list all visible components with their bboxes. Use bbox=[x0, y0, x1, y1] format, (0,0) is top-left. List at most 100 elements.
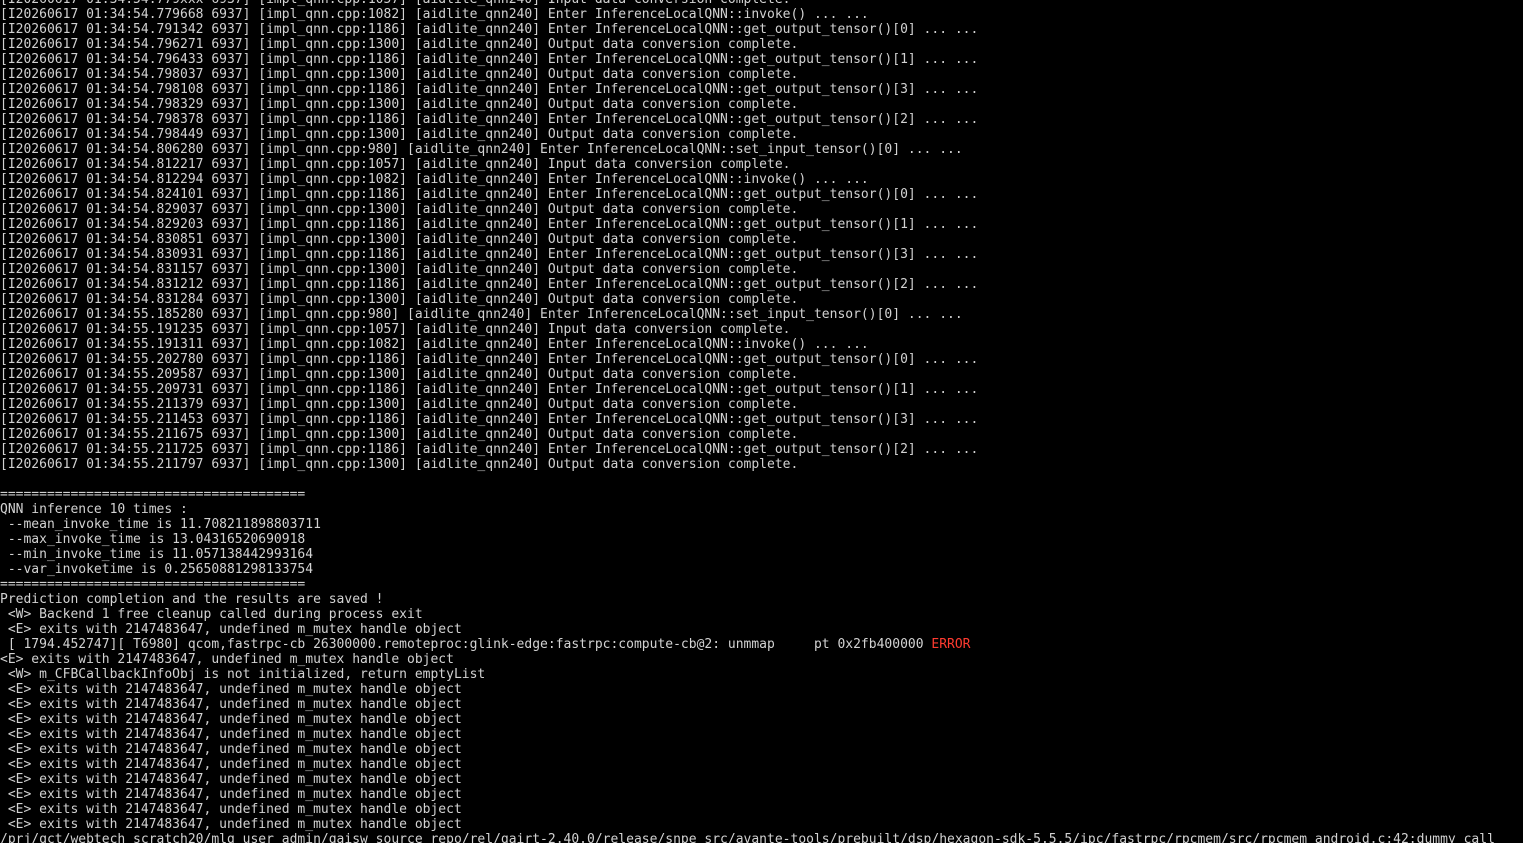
terminal-line: [I20260617 01:34:54.806280 6937] [impl_q… bbox=[0, 142, 1523, 157]
terminal-line: [I20260617 01:34:54.798378 6937] [impl_q… bbox=[0, 112, 1523, 127]
terminal-line: [I20260617 01:34:54.798108 6937] [impl_q… bbox=[0, 82, 1523, 97]
terminal-line-text: [I20260617 01:34:54.830851 6937] [impl_q… bbox=[0, 232, 799, 247]
terminal-window[interactable]: [I20260617 01:34:54.779xxx 6937] [impl_q… bbox=[0, 0, 1523, 843]
terminal-line-text: [I20260617 01:34:55.211453 6937] [impl_q… bbox=[0, 412, 979, 427]
terminal-line: [I20260617 01:34:55.211675 6937] [impl_q… bbox=[0, 427, 1523, 442]
terminal-line: [I20260617 01:34:54.824101 6937] [impl_q… bbox=[0, 187, 1523, 202]
terminal-line: [I20260617 01:34:54.791342 6937] [impl_q… bbox=[0, 22, 1523, 37]
terminal-line-text: [I20260617 01:34:54.798449 6937] [impl_q… bbox=[0, 127, 799, 142]
terminal-line-text: --var_invoketime is 0.25650881298133754 bbox=[0, 562, 314, 577]
terminal-line: [I20260617 01:34:55.185280 6937] [impl_q… bbox=[0, 307, 1523, 322]
terminal-line-text: <E> exits with 2147483647, undefined m_m… bbox=[0, 742, 462, 757]
terminal-line-text: <E> exits with 2147483647, undefined m_m… bbox=[0, 817, 462, 832]
terminal-line-text: --mean_invoke_time is 11.708211898803711 bbox=[0, 517, 321, 532]
terminal-line-text: [I20260617 01:34:55.202780 6937] [impl_q… bbox=[0, 352, 979, 367]
terminal-line-text: ======================================= bbox=[0, 487, 306, 502]
terminal-line: <E> exits with 2147483647, undefined m_m… bbox=[0, 682, 1523, 697]
terminal-line-text: <E> exits with 2147483647, undefined m_m… bbox=[0, 757, 462, 772]
terminal-line-text: [I20260617 01:34:54.831157 6937] [impl_q… bbox=[0, 262, 799, 277]
terminal-line-text: <E> exits with 2147483647, undefined m_m… bbox=[0, 727, 462, 742]
terminal-line: [I20260617 01:34:54.829203 6937] [impl_q… bbox=[0, 217, 1523, 232]
terminal-line: [ 1794.452747][ T6980] qcom,fastrpc-cb 2… bbox=[0, 637, 1523, 652]
terminal-line-text: [I20260617 01:34:54.831212 6937] [impl_q… bbox=[0, 277, 979, 292]
terminal-line-text: [I20260617 01:34:54.798037 6937] [impl_q… bbox=[0, 67, 799, 82]
error-label: ERROR bbox=[931, 637, 971, 652]
terminal-line-text: Prediction completion and the results ar… bbox=[0, 592, 384, 607]
terminal-line-text: [I20260617 01:34:55.211379 6937] [impl_q… bbox=[0, 397, 799, 412]
terminal-line-text: QNN inference 10 times : bbox=[0, 502, 188, 517]
terminal-line-text: [I20260617 01:34:54.791342 6937] [impl_q… bbox=[0, 22, 979, 37]
terminal-line: [I20260617 01:34:55.211725 6937] [impl_q… bbox=[0, 442, 1523, 457]
terminal-line: [I20260617 01:34:54.829037 6937] [impl_q… bbox=[0, 202, 1523, 217]
terminal-line-text: [I20260617 01:34:54.798378 6937] [impl_q… bbox=[0, 112, 979, 127]
terminal-line: <W> m_CFBCallbackInfoObj is not initiali… bbox=[0, 667, 1523, 682]
terminal-line: [I20260617 01:34:54.796433 6937] [impl_q… bbox=[0, 52, 1523, 67]
terminal-line-text: [I20260617 01:34:54.812217 6937] [impl_q… bbox=[0, 157, 791, 172]
terminal-line: Prediction completion and the results ar… bbox=[0, 592, 1523, 607]
terminal-line: <E> exits with 2147483647, undefined m_m… bbox=[0, 742, 1523, 757]
terminal-line-text: [I20260617 01:34:55.211797 6937] [impl_q… bbox=[0, 457, 799, 472]
terminal-line-text: [I20260617 01:34:55.209587 6937] [impl_q… bbox=[0, 367, 799, 382]
terminal-line: --min_invoke_time is 11.057138442993164 bbox=[0, 547, 1523, 562]
terminal-line-text: <W> m_CFBCallbackInfoObj is not initiali… bbox=[0, 667, 486, 682]
terminal-line: <E> exits with 2147483647, undefined m_m… bbox=[0, 622, 1523, 637]
terminal-line: [I20260617 01:34:55.202780 6937] [impl_q… bbox=[0, 352, 1523, 367]
terminal-line-text: [I20260617 01:34:54.830931 6937] [impl_q… bbox=[0, 247, 979, 262]
terminal-line: [I20260617 01:34:54.831284 6937] [impl_q… bbox=[0, 292, 1523, 307]
terminal-line: QNN inference 10 times : bbox=[0, 502, 1523, 517]
terminal-line-text: <E> exits with 2147483647, undefined m_m… bbox=[0, 712, 462, 727]
terminal-line: [I20260617 01:34:55.209587 6937] [impl_q… bbox=[0, 367, 1523, 382]
terminal-line-text: [I20260617 01:34:54.831284 6937] [impl_q… bbox=[0, 292, 799, 307]
terminal-line: [I20260617 01:34:54.798449 6937] [impl_q… bbox=[0, 127, 1523, 142]
terminal-line: <E> exits with 2147483647, undefined m_m… bbox=[0, 652, 1523, 667]
terminal-line: --max_invoke_time is 13.04316520690918 bbox=[0, 532, 1523, 547]
terminal-line: [I20260617 01:34:54.796271 6937] [impl_q… bbox=[0, 37, 1523, 52]
terminal-line-text: --max_invoke_time is 13.04316520690918 bbox=[0, 532, 306, 547]
terminal-line: <E> exits with 2147483647, undefined m_m… bbox=[0, 772, 1523, 787]
terminal-line-text: [I20260617 01:34:55.185280 6937] [impl_q… bbox=[0, 307, 963, 322]
terminal-line-text: <E> exits with 2147483647, undefined m_m… bbox=[0, 682, 462, 697]
terminal-line-text: [I20260617 01:34:55.191311 6937] [impl_q… bbox=[0, 337, 869, 352]
terminal-line-text: <E> exits with 2147483647, undefined m_m… bbox=[0, 802, 462, 817]
terminal-line: [I20260617 01:34:54.831157 6937] [impl_q… bbox=[0, 262, 1523, 277]
terminal-line: <E> exits with 2147483647, undefined m_m… bbox=[0, 802, 1523, 817]
terminal-line-text: <E> exits with 2147483647, undefined m_m… bbox=[0, 622, 462, 637]
terminal-line-text: [I20260617 01:34:54.779xxx 6937] [impl_q… bbox=[0, 0, 791, 7]
terminal-line-text: [I20260617 01:34:54.812294 6937] [impl_q… bbox=[0, 172, 869, 187]
terminal-line: [I20260617 01:34:55.191235 6937] [impl_q… bbox=[0, 322, 1523, 337]
terminal-line-text: [I20260617 01:34:54.798108 6937] [impl_q… bbox=[0, 82, 979, 97]
terminal-line-text: [I20260617 01:34:54.779668 6937] [impl_q… bbox=[0, 7, 869, 22]
terminal-line-text: [I20260617 01:34:54.829203 6937] [impl_q… bbox=[0, 217, 979, 232]
terminal-line: <E> exits with 2147483647, undefined m_m… bbox=[0, 787, 1523, 802]
terminal-line-text: <E> exits with 2147483647, undefined m_m… bbox=[0, 772, 462, 787]
terminal-line-text: [I20260617 01:34:54.824101 6937] [impl_q… bbox=[0, 187, 979, 202]
terminal-line: <E> exits with 2147483647, undefined m_m… bbox=[0, 727, 1523, 742]
terminal-line: --var_invoketime is 0.25650881298133754 bbox=[0, 562, 1523, 577]
terminal-line-text: [ 1794.452747][ T6980] qcom,fastrpc-cb 2… bbox=[0, 637, 932, 652]
terminal-line-text: /prj/qct/webtech_scratch20/mlg_user_admi… bbox=[0, 832, 1495, 843]
terminal-line: [I20260617 01:34:54.779668 6937] [impl_q… bbox=[0, 7, 1523, 22]
terminal-line-text: [I20260617 01:34:55.211725 6937] [impl_q… bbox=[0, 442, 979, 457]
terminal-line: --mean_invoke_time is 11.708211898803711 bbox=[0, 517, 1523, 532]
terminal-line: [I20260617 01:34:55.211797 6937] [impl_q… bbox=[0, 457, 1523, 472]
terminal-line-text: [I20260617 01:34:55.211675 6937] [impl_q… bbox=[0, 427, 799, 442]
terminal-line-text: <E> exits with 2147483647, undefined m_m… bbox=[0, 652, 454, 667]
terminal-line: <E> exits with 2147483647, undefined m_m… bbox=[0, 697, 1523, 712]
terminal-line-text: [I20260617 01:34:55.191235 6937] [impl_q… bbox=[0, 322, 791, 337]
terminal-line-text: <W> Backend 1 free cleanup called during… bbox=[0, 607, 423, 622]
terminal-line: [I20260617 01:34:54.798329 6937] [impl_q… bbox=[0, 97, 1523, 112]
terminal-line: [I20260617 01:34:55.191311 6937] [impl_q… bbox=[0, 337, 1523, 352]
terminal-line: [I20260617 01:34:54.798037 6937] [impl_q… bbox=[0, 67, 1523, 82]
terminal-line: ======================================= bbox=[0, 577, 1523, 592]
terminal-line-text: [I20260617 01:34:54.796433 6937] [impl_q… bbox=[0, 52, 979, 67]
terminal-line: ======================================= bbox=[0, 487, 1523, 502]
terminal-line: /prj/qct/webtech_scratch20/mlg_user_admi… bbox=[0, 832, 1523, 843]
terminal-line: <E> exits with 2147483647, undefined m_m… bbox=[0, 817, 1523, 832]
terminal-line-text: --min_invoke_time is 11.057138442993164 bbox=[0, 547, 314, 562]
terminal-line: [I20260617 01:34:54.779xxx 6937] [impl_q… bbox=[0, 0, 1523, 7]
terminal-line-text: ======================================= bbox=[0, 577, 306, 592]
terminal-line-text: [I20260617 01:34:54.798329 6937] [impl_q… bbox=[0, 97, 799, 112]
terminal-line: [I20260617 01:34:54.830931 6937] [impl_q… bbox=[0, 247, 1523, 262]
terminal-line: [I20260617 01:34:55.209731 6937] [impl_q… bbox=[0, 382, 1523, 397]
